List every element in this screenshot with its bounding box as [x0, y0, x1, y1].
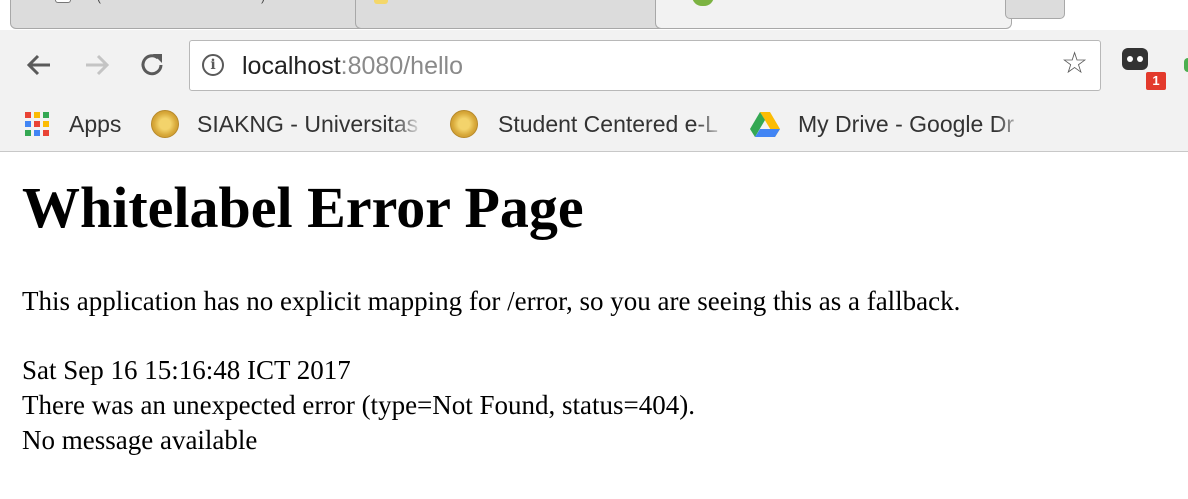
extension-badge: 1 — [1146, 72, 1166, 90]
extension-icon[interactable] — [1121, 46, 1149, 74]
bookmark-star-icon[interactable]: ☆ — [1061, 49, 1088, 79]
bookmark-google-drive[interactable]: My Drive - Google Dr — [750, 110, 1026, 138]
fade-overlay — [696, 110, 726, 138]
tab-strip: ( ) — [0, 0, 1188, 30]
bookmark-apps[interactable]: Apps — [25, 110, 135, 138]
apps-grid-icon — [25, 112, 49, 136]
bookmark-label: Student Centered e-L — [498, 110, 718, 137]
forward-arrow-icon — [86, 54, 110, 76]
fade-overlay — [996, 110, 1026, 138]
reload-button[interactable] — [135, 48, 169, 82]
folder-icon — [374, 0, 388, 4]
university-seal-icon — [151, 110, 179, 138]
error-message-line: No message available — [22, 425, 258, 455]
extension-icon-partial[interactable] — [1184, 58, 1188, 72]
bookmark-label: SIAKNG - Universitas — [197, 110, 419, 137]
tab-2[interactable] — [355, 0, 667, 29]
error-details: Sat Sep 16 15:16:48 ICT 2017 There was a… — [22, 353, 695, 458]
address-bar[interactable]: i localhost:8080/hello ☆ — [189, 40, 1101, 91]
fade-overlay — [393, 110, 423, 138]
toolbar: i localhost:8080/hello ☆ 1 — [0, 30, 1188, 96]
error-type-line: There was an unexpected error (type=Not … — [22, 390, 696, 420]
leaf-icon — [692, 0, 714, 6]
url-text[interactable]: localhost:8080/hello — [242, 52, 463, 81]
url-path: :8080/hello — [340, 52, 463, 80]
reload-icon — [141, 54, 163, 76]
back-arrow-icon — [26, 54, 50, 76]
url-host: localhost — [242, 52, 341, 80]
bookmarks-bar: Apps SIAKNG - Universitas Student Center… — [0, 96, 1188, 152]
forward-button[interactable] — [80, 48, 114, 82]
bookmark-label: Apps — [69, 110, 122, 137]
browser-chrome: ( ) i — [0, 0, 1188, 152]
bookmark-label: My Drive - Google Dr — [798, 110, 1014, 137]
tab-title-fragment: ( — [97, 0, 101, 4]
university-seal-icon — [450, 110, 478, 138]
back-button[interactable] — [22, 48, 56, 82]
ghost-extension-icon — [1122, 48, 1148, 70]
info-icon[interactable]: i — [202, 54, 224, 76]
error-timestamp: Sat Sep 16 15:16:48 ICT 2017 — [22, 355, 351, 385]
new-tab-button[interactable] — [1005, 0, 1065, 19]
bookmark-scele[interactable]: Student Centered e-L — [450, 110, 726, 138]
bookmark-siakng[interactable]: SIAKNG - Universitas — [151, 110, 423, 138]
page-content: Whitelabel Error Page This application h… — [0, 152, 1188, 499]
tab-title-fragment-tail: ) — [261, 0, 265, 4]
tab-1[interactable]: ( ) — [10, 0, 372, 29]
fallback-message: This application has no explicit mapping… — [22, 286, 961, 316]
google-drive-icon — [750, 112, 780, 137]
page-title: Whitelabel Error Page — [22, 175, 584, 240]
tab-favicon — [55, 0, 71, 3]
tab-active[interactable] — [655, 0, 1012, 29]
